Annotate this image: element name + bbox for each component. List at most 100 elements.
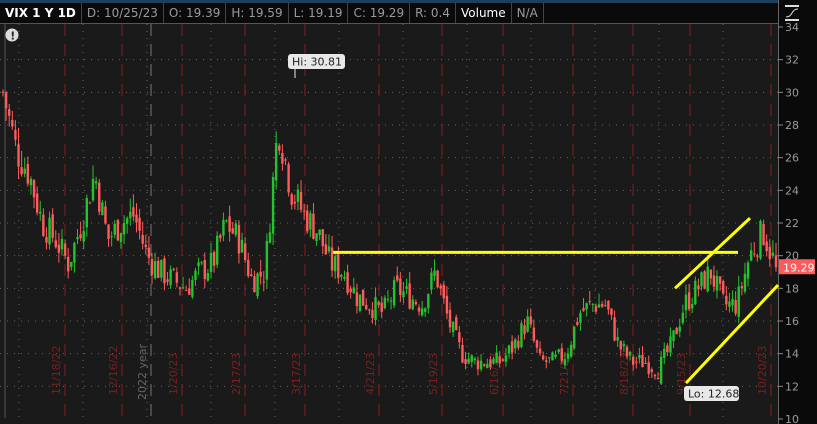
candle-body bbox=[287, 164, 290, 193]
candle-body bbox=[566, 354, 570, 359]
candle-body bbox=[284, 159, 287, 161]
candle-body bbox=[535, 340, 539, 348]
candle-body bbox=[85, 198, 89, 228]
candle-body bbox=[759, 220, 762, 259]
candle-body bbox=[206, 273, 210, 281]
candle-body bbox=[54, 240, 57, 248]
candle-body bbox=[203, 259, 206, 280]
candle-body bbox=[638, 354, 641, 359]
candle-body bbox=[576, 321, 579, 325]
candle-body bbox=[582, 308, 585, 311]
candle-body bbox=[129, 211, 132, 219]
candle-body bbox=[98, 182, 101, 212]
candle-body bbox=[532, 327, 536, 341]
candle-body bbox=[445, 295, 449, 314]
candle-body bbox=[160, 259, 163, 278]
date-label: 1/20/23 bbox=[167, 353, 180, 395]
candle-body bbox=[262, 281, 265, 283]
date-label: 5/19/23 bbox=[427, 353, 440, 395]
candle-body bbox=[107, 224, 110, 240]
candle-body bbox=[337, 253, 340, 278]
candle-body bbox=[181, 287, 185, 289]
candle-body bbox=[734, 300, 737, 314]
candle-body bbox=[625, 346, 629, 357]
candle-body bbox=[768, 246, 771, 260]
candle-body bbox=[396, 275, 399, 281]
candle-body bbox=[23, 168, 26, 174]
candle-body bbox=[604, 305, 607, 307]
candle-body bbox=[495, 352, 498, 363]
candle-body bbox=[448, 309, 452, 328]
candle-body bbox=[274, 143, 278, 181]
candle-body bbox=[42, 214, 45, 237]
candle-body bbox=[39, 211, 42, 214]
candle-body bbox=[45, 236, 48, 243]
candle-body bbox=[1, 91, 5, 93]
candle-body bbox=[70, 262, 73, 267]
candle-body bbox=[523, 325, 526, 335]
candle-body bbox=[613, 317, 616, 341]
candle-body bbox=[709, 269, 713, 279]
candle-body bbox=[237, 224, 241, 254]
candle-body bbox=[690, 303, 694, 309]
candle-body bbox=[212, 252, 216, 266]
candle-body bbox=[349, 288, 352, 293]
candle-body bbox=[597, 304, 601, 308]
date-label: 2/17/23 bbox=[230, 353, 243, 395]
candle-body bbox=[765, 241, 768, 252]
candle-body bbox=[216, 235, 219, 265]
candle-body bbox=[753, 253, 756, 255]
candle-body bbox=[306, 210, 309, 232]
candle-body bbox=[743, 273, 747, 292]
candle-body bbox=[591, 304, 595, 306]
date-label: 3/17/23 bbox=[290, 353, 303, 395]
candle-body bbox=[17, 144, 20, 167]
candle-body bbox=[278, 145, 281, 151]
y-tick-label: 14 bbox=[785, 348, 799, 361]
candle-body bbox=[281, 152, 284, 164]
candle-body bbox=[188, 288, 191, 295]
candle-body bbox=[91, 178, 95, 201]
y-tick-label: 18 bbox=[785, 282, 799, 295]
candle-body bbox=[408, 283, 411, 309]
candle-body bbox=[433, 270, 436, 277]
candle-body bbox=[666, 345, 669, 352]
candle-body bbox=[442, 284, 446, 299]
candle-body bbox=[194, 270, 197, 280]
candle-body bbox=[498, 356, 501, 364]
candle-body bbox=[641, 354, 644, 368]
candle-body bbox=[191, 279, 194, 297]
candle-body bbox=[157, 260, 160, 278]
candle-body bbox=[514, 339, 517, 349]
y-tick-label: 34 bbox=[785, 21, 799, 34]
candle-body bbox=[656, 377, 660, 380]
candle-body bbox=[697, 285, 700, 290]
candle-body bbox=[8, 109, 11, 116]
candle-body bbox=[184, 290, 188, 292]
candle-body bbox=[265, 240, 269, 280]
candle-body bbox=[476, 360, 480, 370]
candle-body bbox=[290, 194, 293, 205]
candle-body bbox=[715, 276, 719, 291]
date-label: 4/21/23 bbox=[364, 353, 377, 395]
y-tick-label: 28 bbox=[785, 119, 799, 132]
candle-body bbox=[315, 233, 318, 242]
candle-body bbox=[579, 312, 582, 323]
candle-body bbox=[29, 178, 33, 186]
candle-body bbox=[321, 229, 324, 247]
candle-body bbox=[545, 360, 548, 363]
candle-body bbox=[526, 316, 529, 332]
candle-body bbox=[175, 272, 179, 283]
candle-body bbox=[554, 354, 557, 358]
candle-body bbox=[392, 280, 396, 306]
candle-body bbox=[318, 229, 321, 236]
candle-body bbox=[309, 213, 312, 230]
candle-body bbox=[35, 193, 39, 213]
candle-body bbox=[26, 163, 30, 184]
candle-body bbox=[256, 273, 259, 297]
price-chart[interactable]: 1012141618202224262830323411/18/22 12/16/… bbox=[0, 0, 817, 424]
candle-body bbox=[172, 268, 175, 270]
date-label: 12/16/22 bbox=[107, 346, 120, 395]
candle-body bbox=[563, 359, 567, 366]
candle-body bbox=[312, 213, 315, 239]
